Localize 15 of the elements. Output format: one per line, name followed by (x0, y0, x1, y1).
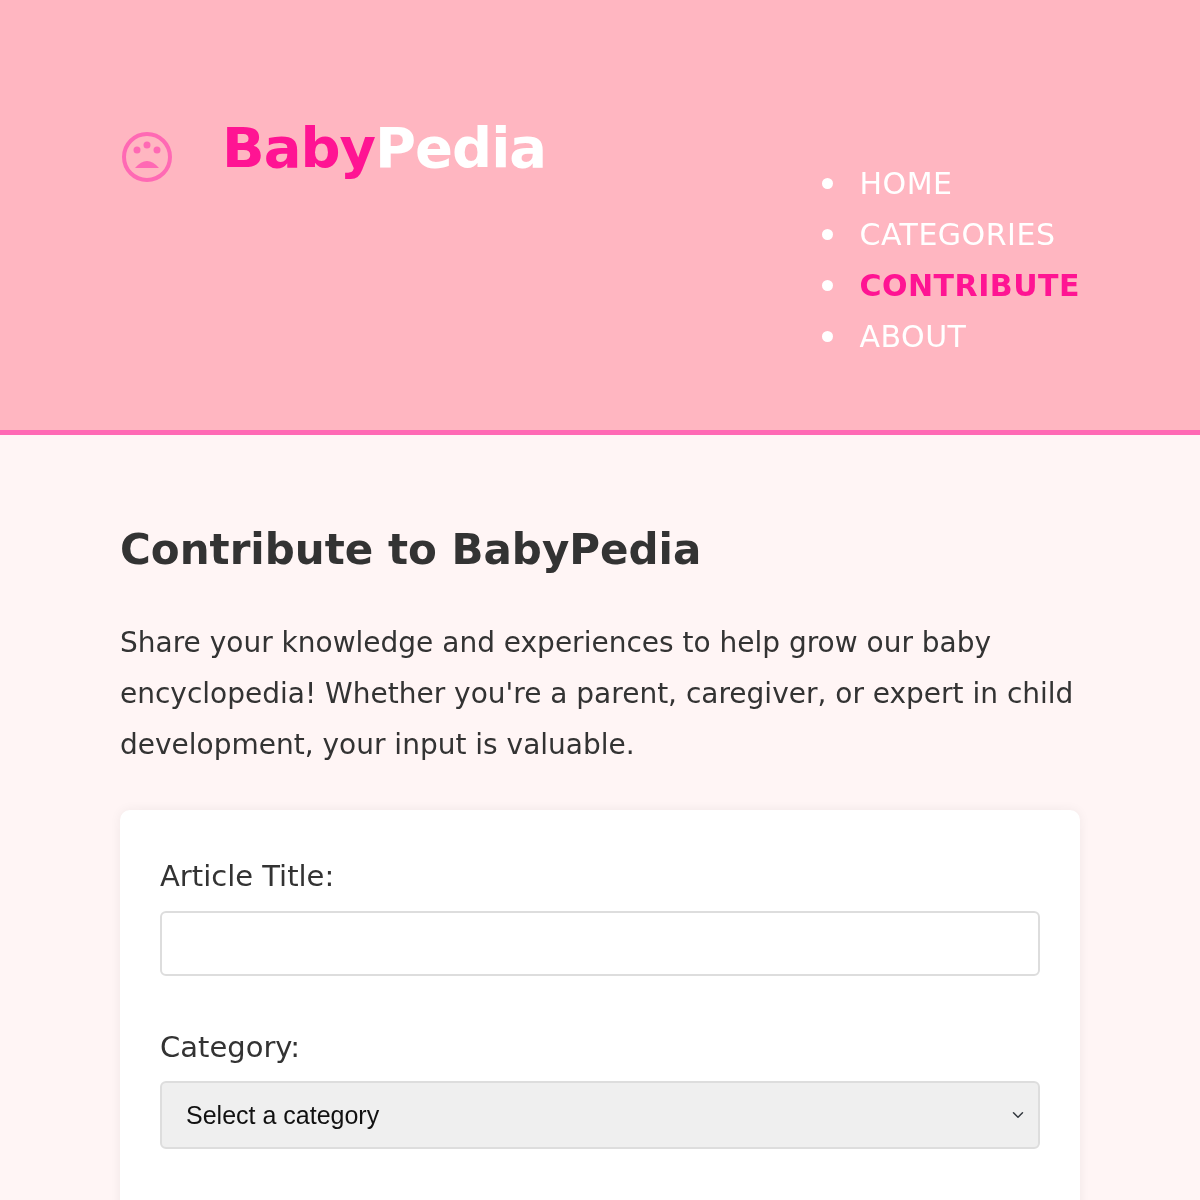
nav-link[interactable]: HOME (859, 161, 953, 206)
nav-link[interactable]: CATEGORIES (859, 212, 1056, 257)
title-field[interactable] (160, 910, 1040, 976)
sad-face-icon (120, 130, 174, 184)
page-heading: Contribute to BabyPedia (120, 525, 703, 576)
bullet-icon (822, 331, 834, 342)
bullet-icon (822, 280, 834, 291)
nav-link[interactable]: CONTRIBUTE (859, 263, 1080, 308)
intro-paragraph: Share your knowledge and experiences to help grow our baby encyclopedia! Whether you're a parent, caregiver, or expert in child development, your input is valuable. (120, 625, 1075, 764)
category-select[interactable]: Select a category (160, 1081, 1040, 1150)
bullet-icon (822, 229, 834, 240)
nav-link[interactable]: ABOUT (859, 314, 967, 359)
field-label: Article Title: (160, 858, 336, 896)
field-label: Category: (160, 1028, 302, 1066)
bullet-icon (822, 178, 834, 189)
